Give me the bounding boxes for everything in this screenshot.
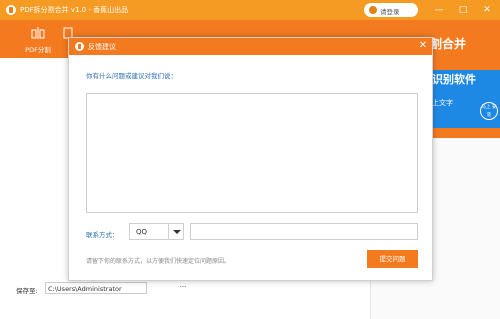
contact-label: 联系方式：: [86, 231, 119, 239]
contact-input[interactable]: [190, 223, 418, 240]
dialog-header: 反馈建议 ✕: [69, 38, 432, 55]
promo-install-badge[interactable]: 马上 安装: [480, 102, 498, 120]
maximize-button[interactable]: □: [456, 3, 470, 17]
dialog-title: 反馈建议: [88, 43, 116, 51]
promo-subtitle: 上文字: [432, 99, 453, 107]
save-path-value: C:\Users\Administrator: [48, 285, 122, 293]
split-icon: [31, 27, 45, 39]
feedback-prompt: 你有什么问题或建议对我们说：: [86, 72, 177, 80]
chevron-down-icon[interactable]: [168, 224, 184, 239]
dialog-close-button[interactable]: ✕: [417, 40, 429, 52]
toolbar-item-pdf-split[interactable]: PDF分割: [18, 20, 58, 58]
feedback-dialog: 反馈建议 ✕ 你有什么问题或建议对我们说： 联系方式： QQ 请留下你的联系方式…: [68, 37, 433, 281]
submit-button[interactable]: 提交问题: [367, 250, 418, 268]
browse-button[interactable]: ···: [174, 283, 192, 293]
close-window-button[interactable]: ✕: [480, 3, 494, 17]
app-title: PDF拆分割合并 v1.0 - 香蕉山出品: [20, 6, 129, 14]
promo-top-strip: [430, 58, 500, 70]
title-bar: PDF拆分割合并 v1.0 - 香蕉山出品 请登录 — □ ✕: [0, 0, 500, 20]
promo-heading: 割合并: [430, 37, 467, 51]
login-button[interactable]: 请登录: [364, 3, 418, 17]
contact-hint: 请留下你的联系方式，以方便我们快速定位问题原因。: [86, 258, 231, 265]
contact-type-select[interactable]: QQ: [129, 223, 184, 240]
app-logo-icon: [75, 42, 84, 51]
toolbar-item-label: PDF分割: [25, 46, 51, 54]
login-label: 请登录: [380, 8, 400, 16]
user-icon: [369, 6, 377, 14]
promo-banner[interactable]: 识别软件 上文字 马上 安装: [430, 58, 500, 138]
save-location-label: 保存至:: [16, 287, 38, 295]
save-path-field[interactable]: C:\Users\Administrator ···: [45, 282, 186, 294]
promo-title: 识别软件: [432, 73, 476, 86]
app-logo-icon: [6, 5, 16, 15]
minimize-button[interactable]: —: [432, 3, 446, 17]
feedback-textarea[interactable]: [86, 93, 418, 213]
contact-type-value: QQ: [136, 228, 148, 236]
